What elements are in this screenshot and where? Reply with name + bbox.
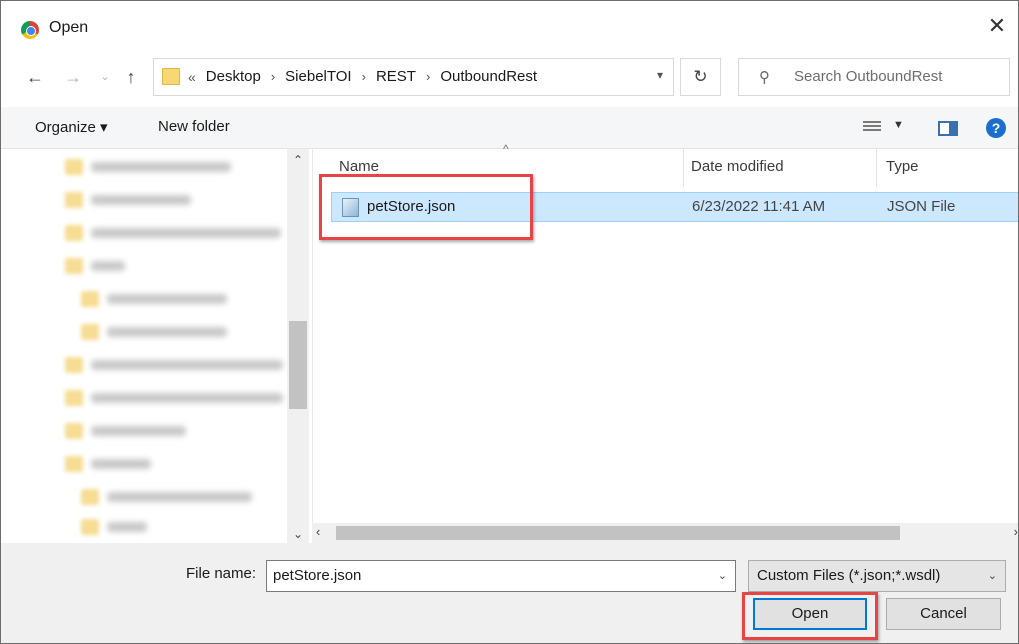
column-divider[interactable] xyxy=(683,149,684,187)
nav-folder[interactable] xyxy=(81,489,252,505)
file-name-input[interactable]: petStore.json ⌄ xyxy=(266,560,736,592)
file-name-value: petStore.json xyxy=(273,567,362,584)
breadcrumb-overflow[interactable]: « xyxy=(188,69,196,85)
open-file-dialog: Open ✕ ← → ⌄ ↑ « Desktop › SiebelTOI › R… xyxy=(0,0,1019,644)
view-options-icon[interactable] xyxy=(863,121,881,135)
chevron-down-icon[interactable]: ⌄ xyxy=(988,569,997,582)
nav-folder[interactable] xyxy=(81,324,227,340)
scrollbar-thumb[interactable] xyxy=(336,526,900,540)
nav-pane-scrollbar[interactable]: ⌃ ⌄ xyxy=(287,149,309,543)
address-bar[interactable]: « Desktop › SiebelTOI › REST › OutboundR… xyxy=(153,58,674,96)
breadcrumb-siebeltoi[interactable]: SiebelTOI xyxy=(285,68,351,85)
folder-icon xyxy=(162,68,180,85)
search-icon: ⚲ xyxy=(759,69,770,86)
breadcrumb: « Desktop › SiebelTOI › REST › OutboundR… xyxy=(188,68,537,85)
preview-pane-icon[interactable] xyxy=(938,121,958,136)
nav-folder[interactable] xyxy=(65,258,125,274)
column-header-date-modified[interactable]: Date modified xyxy=(691,149,784,187)
chevron-down-icon[interactable]: ⌄ xyxy=(718,569,727,582)
back-arrow-icon[interactable]: ← xyxy=(23,65,47,89)
nav-folder[interactable] xyxy=(65,423,186,439)
view-dropdown-icon[interactable]: ▼ xyxy=(893,119,904,131)
highlight-box-file xyxy=(319,174,533,240)
file-type-filter[interactable]: Custom Files (*.json;*.wsdl) ⌄ xyxy=(748,560,1006,592)
nav-folder[interactable] xyxy=(81,291,227,307)
breadcrumb-rest[interactable]: REST xyxy=(376,68,416,85)
file-type-filter-value: Custom Files (*.json;*.wsdl) xyxy=(757,567,941,584)
file-date: 6/23/2022 11:41 AM xyxy=(692,198,826,215)
nav-folder[interactable] xyxy=(65,192,191,208)
nav-folder[interactable] xyxy=(81,519,147,535)
dialog-title: Open xyxy=(49,19,89,36)
scroll-left-icon[interactable]: ‹ xyxy=(316,524,320,539)
close-icon[interactable]: ✕ xyxy=(984,13,1010,39)
nav-folder[interactable] xyxy=(65,225,281,241)
file-list-h-scrollbar[interactable]: ‹ › xyxy=(312,523,1018,543)
highlight-box-open xyxy=(742,592,878,640)
column-header-type[interactable]: Type xyxy=(886,149,919,187)
forward-arrow-icon[interactable]: → xyxy=(61,65,85,89)
nav-folder[interactable] xyxy=(65,159,231,175)
breadcrumb-separator[interactable]: › xyxy=(362,69,366,84)
scroll-up-icon[interactable]: ⌃ xyxy=(287,153,309,167)
sort-ascending-icon: ^ xyxy=(503,142,509,156)
chrome-icon xyxy=(21,21,39,39)
breadcrumb-separator[interactable]: › xyxy=(271,69,275,84)
scrollbar-thumb[interactable] xyxy=(289,321,307,409)
new-folder-button[interactable]: New folder xyxy=(158,118,230,135)
navigation-pane[interactable] xyxy=(1,149,312,543)
cancel-button[interactable]: Cancel xyxy=(886,598,1001,630)
search-placeholder: Search OutboundRest xyxy=(794,68,943,85)
scroll-down-icon[interactable]: ⌄ xyxy=(287,527,309,541)
file-type: JSON File xyxy=(887,198,956,215)
scroll-right-icon[interactable]: › xyxy=(1014,524,1018,539)
file-name-label: File name: xyxy=(186,565,257,582)
chevron-down-icon[interactable]: ⌄ xyxy=(93,65,117,89)
help-icon[interactable]: ? xyxy=(986,118,1006,138)
nav-folder[interactable] xyxy=(65,357,283,373)
title-bar: Open ✕ xyxy=(1,1,1018,51)
refresh-icon[interactable]: ↻ xyxy=(680,58,721,96)
organize-button[interactable]: Organize ▾ xyxy=(35,118,108,136)
nav-folder[interactable] xyxy=(65,456,151,472)
breadcrumb-outboundrest[interactable]: OutboundRest xyxy=(440,68,537,85)
column-divider[interactable] xyxy=(876,149,877,187)
up-arrow-icon[interactable]: ↑ xyxy=(119,65,143,89)
nav-folder[interactable] xyxy=(65,390,283,406)
toolbar: Organize ▾ New folder ▼ ? xyxy=(1,107,1018,149)
breadcrumb-separator[interactable]: › xyxy=(426,69,430,84)
breadcrumb-desktop[interactable]: Desktop xyxy=(206,68,261,85)
address-dropdown-icon[interactable]: ▾ xyxy=(657,68,663,82)
search-box[interactable]: ⚲ Search OutboundRest xyxy=(738,58,1010,96)
